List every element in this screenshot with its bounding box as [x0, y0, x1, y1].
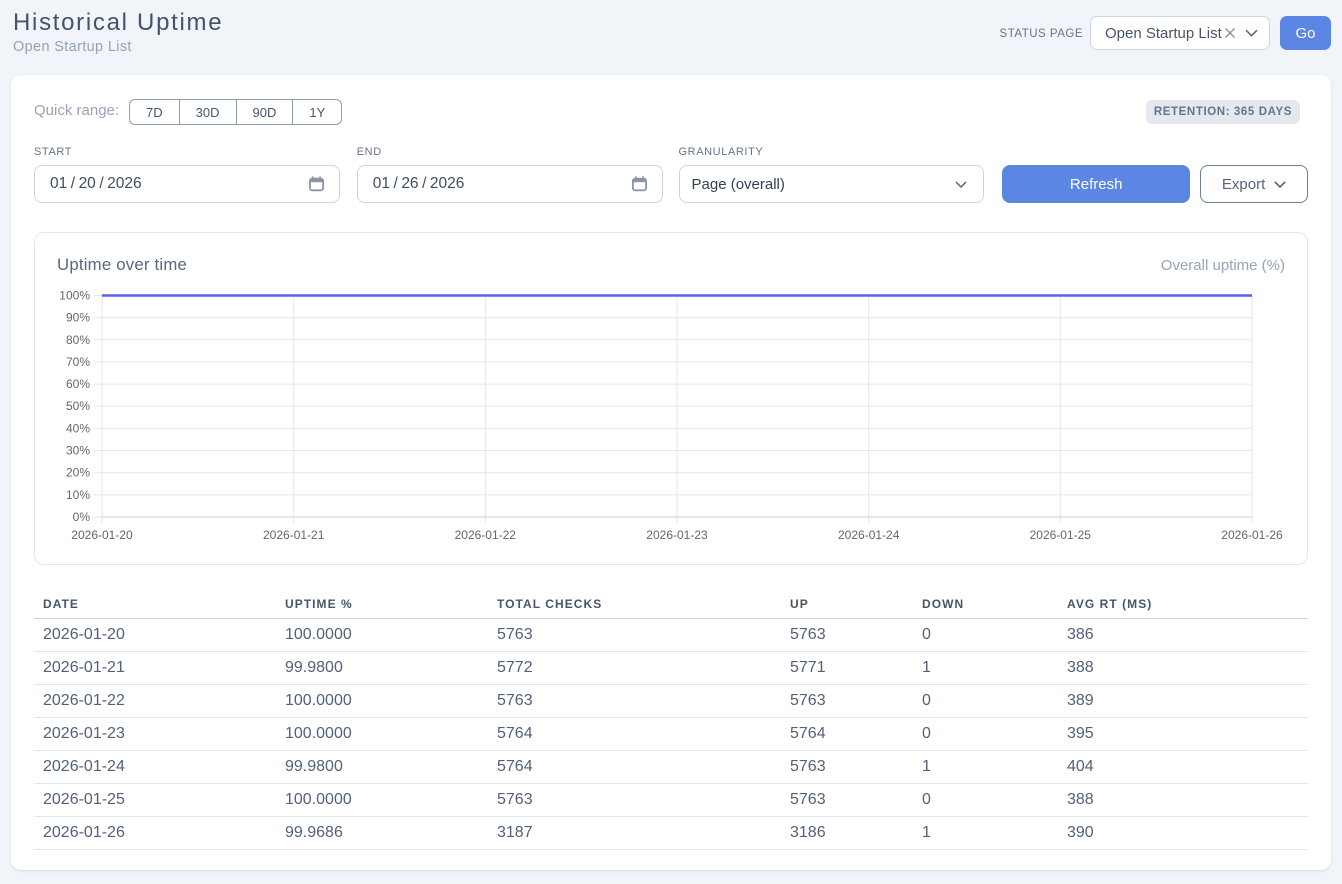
svg-text:50%: 50% — [66, 399, 90, 413]
svg-text:Uptime over time: Uptime over time — [57, 255, 187, 274]
svg-text:2026-01-26: 2026-01-26 — [1221, 528, 1283, 542]
svg-text:2026-01-22: 2026-01-22 — [455, 528, 517, 542]
svg-text:10%: 10% — [66, 488, 90, 502]
svg-text:2026-01-25: 2026-01-25 — [1030, 528, 1092, 542]
svg-text:100%: 100% — [59, 289, 90, 303]
svg-text:40%: 40% — [66, 421, 90, 435]
svg-text:2026-01-20: 2026-01-20 — [71, 528, 133, 542]
svg-text:60%: 60% — [66, 377, 90, 391]
svg-text:Overall uptime (%): Overall uptime (%) — [1161, 257, 1285, 274]
svg-text:2026-01-21: 2026-01-21 — [263, 528, 325, 542]
svg-text:90%: 90% — [66, 311, 90, 325]
svg-text:2026-01-24: 2026-01-24 — [838, 528, 900, 542]
svg-text:2026-01-23: 2026-01-23 — [646, 528, 708, 542]
svg-text:30%: 30% — [66, 444, 90, 458]
svg-text:80%: 80% — [66, 333, 90, 347]
svg-text:0%: 0% — [73, 510, 91, 524]
svg-text:20%: 20% — [66, 466, 90, 480]
svg-text:70%: 70% — [66, 355, 90, 369]
